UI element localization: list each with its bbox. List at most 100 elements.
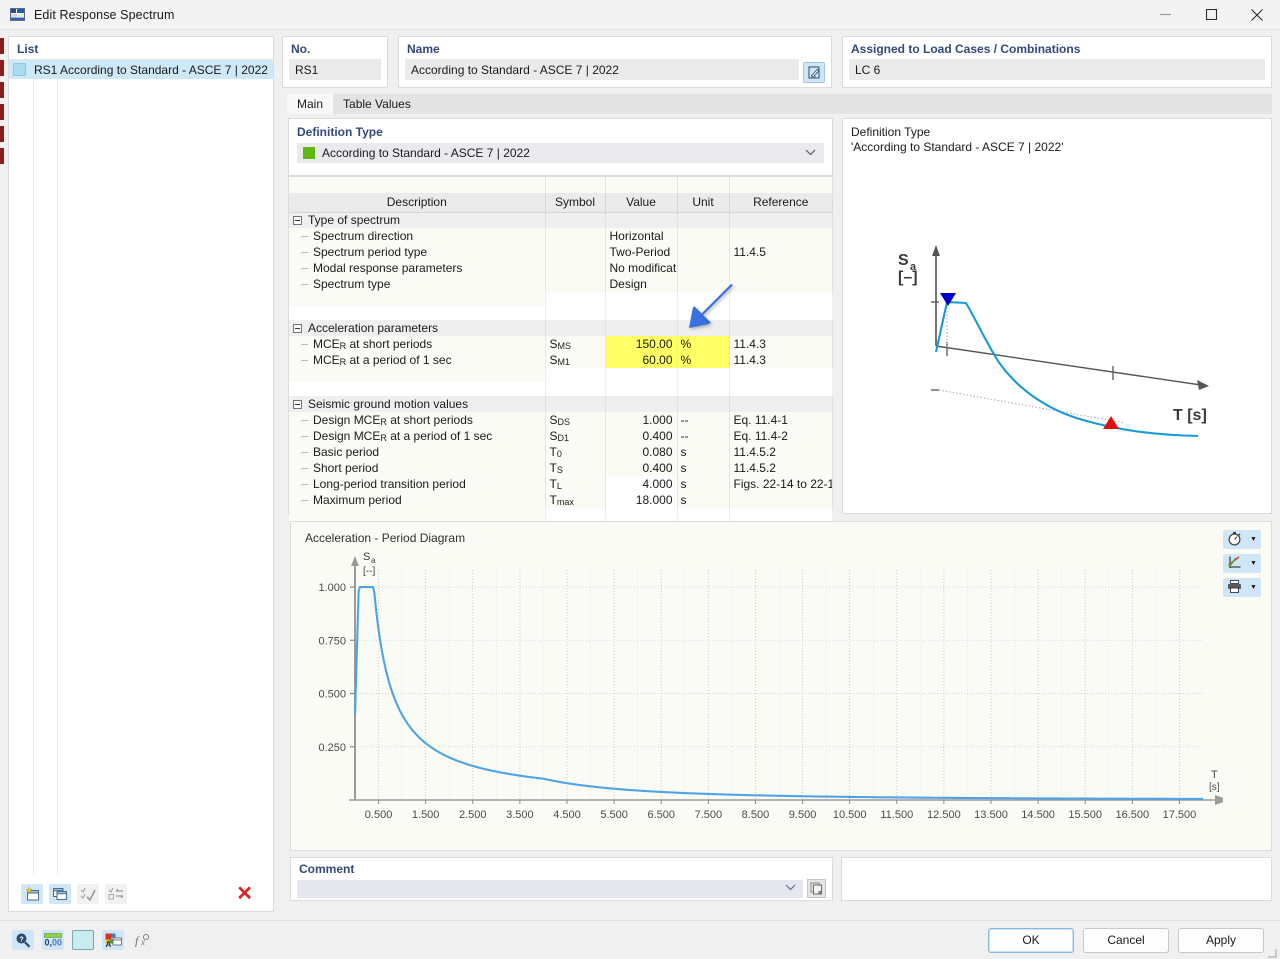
- row-value[interactable]: 0.400: [605, 460, 677, 476]
- row-symbol: [545, 228, 605, 244]
- table-row[interactable]: Design MCER at short periods SDS 1.000 -…: [289, 412, 832, 428]
- title-bar: Edit Response Spectrum: [0, 0, 1280, 30]
- svg-text:11.500: 11.500: [880, 809, 913, 821]
- row-description: Design MCER at a period of 1 sec: [289, 428, 545, 444]
- table-group-row[interactable]: Type of spectrum: [289, 212, 832, 228]
- comment-right-panel: [841, 857, 1272, 901]
- new-item-button[interactable]: [21, 884, 43, 904]
- row-symbol: TL: [545, 476, 605, 492]
- row-description: Maximum period: [289, 492, 545, 508]
- row-reference: 11.4.5.2: [729, 444, 832, 460]
- svg-text:6.500: 6.500: [647, 809, 675, 821]
- diagram-print-button[interactable]: ▼: [1223, 578, 1261, 597]
- svg-text:3.500: 3.500: [506, 809, 534, 821]
- copy-comment-icon[interactable]: [807, 879, 826, 898]
- magnifier-icon[interactable]: ?: [12, 930, 34, 950]
- comment-input[interactable]: [297, 880, 803, 898]
- table-row[interactable]: Short period TS 0.400 s 11.4.5.2: [289, 460, 832, 476]
- row-value[interactable]: 4.000: [605, 476, 677, 492]
- list-pane: List RS1 According to Standard - ASCE 7 …: [8, 36, 274, 912]
- row-value[interactable]: Design: [605, 276, 677, 292]
- table-row[interactable]: MCER at a period of 1 sec SM1 60.00 % 11…: [289, 352, 832, 368]
- column-header-value[interactable]: Value: [605, 193, 677, 212]
- table-row[interactable]: MCER at short periods SMS 150.00 % 11.4.…: [289, 336, 832, 352]
- maximize-button[interactable]: [1188, 0, 1234, 30]
- apply-button[interactable]: Apply: [1178, 928, 1264, 953]
- table-group-row[interactable]: Seismic ground motion values: [289, 396, 832, 412]
- chevron-down-icon[interactable]: ▼: [1250, 584, 1257, 591]
- table-row[interactable]: Spectrum direction Horizontal: [289, 228, 832, 244]
- ok-button[interactable]: OK: [988, 928, 1074, 953]
- delete-item-button[interactable]: ✕: [236, 884, 253, 904]
- color-swatch-icon[interactable]: [72, 930, 94, 950]
- svg-text:[s]: [s]: [1209, 782, 1220, 793]
- table-row[interactable]: Basic period T0 0.080 s 11.4.5.2: [289, 444, 832, 460]
- close-button[interactable]: [1234, 0, 1280, 30]
- column-header-reference[interactable]: Reference: [729, 193, 832, 212]
- name-label: Name: [399, 37, 831, 59]
- row-symbol: SDS: [545, 412, 605, 428]
- edit-pencil-icon[interactable]: [803, 62, 825, 83]
- row-value[interactable]: 1.000: [605, 412, 677, 428]
- list-label: List: [9, 37, 273, 60]
- row-value[interactable]: Two-Period: [605, 244, 677, 260]
- copy-item-button[interactable]: [49, 884, 71, 904]
- table-row[interactable]: Modal response parameters No modificatio…: [289, 260, 832, 276]
- svg-text:16.500: 16.500: [1116, 809, 1150, 821]
- response-spectrum-icon: [10, 7, 26, 23]
- column-header-unit[interactable]: Unit: [677, 193, 729, 212]
- chevron-down-icon[interactable]: [785, 883, 796, 894]
- cancel-button[interactable]: Cancel: [1083, 928, 1169, 953]
- group-title: Type of spectrum: [308, 213, 400, 227]
- resize-grip[interactable]: [1267, 947, 1277, 957]
- column-header-description[interactable]: Description: [289, 193, 545, 212]
- diagram-graph-button[interactable]: ▼: [1223, 554, 1261, 573]
- tab-table-values[interactable]: Table Values: [333, 94, 421, 114]
- row-value[interactable]: 18.000: [605, 492, 677, 508]
- chevron-down-icon[interactable]: ▼: [1250, 560, 1257, 567]
- row-symbol: TS: [545, 460, 605, 476]
- svg-text:S: S: [898, 252, 909, 269]
- table-row[interactable]: Spectrum type Design: [289, 276, 832, 292]
- row-value[interactable]: 0.080: [605, 444, 677, 460]
- definition-preview-panel: Definition Type 'According to Standard -…: [842, 118, 1272, 514]
- table-spacer-row: [289, 382, 832, 396]
- row-value[interactable]: Horizontal: [605, 228, 677, 244]
- row-unit: s: [677, 492, 729, 508]
- style-icon[interactable]: A: [102, 930, 124, 950]
- table-header-spacer: [289, 177, 832, 193]
- chart-axes-icon: [1227, 555, 1242, 573]
- number-format-icon[interactable]: 0, 00: [42, 930, 64, 950]
- preview-subtitle: 'According to Standard - ASCE 7 | 2022': [843, 139, 1271, 154]
- minimize-button[interactable]: [1142, 0, 1188, 30]
- chevron-down-icon[interactable]: ▼: [1250, 536, 1257, 543]
- definition-type-select[interactable]: According to Standard - ASCE 7 | 2022: [297, 143, 824, 163]
- row-value[interactable]: 60.00: [605, 352, 677, 368]
- row-reference: [729, 492, 832, 508]
- row-value[interactable]: No modification: [605, 260, 677, 276]
- number-input[interactable]: RS1: [289, 59, 381, 80]
- row-reference: 11.4.5: [729, 244, 832, 260]
- row-value[interactable]: 0.400: [605, 428, 677, 444]
- list-toolbar: ✕: [9, 877, 273, 911]
- table-row[interactable]: Spectrum period type Two-Period 11.4.5: [289, 244, 832, 260]
- collapse-expander-icon[interactable]: [293, 324, 302, 333]
- list-item[interactable]: RS1 According to Standard - ASCE 7 | 202…: [9, 60, 273, 79]
- table-row[interactable]: Maximum period Tmax 18.000 s: [289, 492, 832, 508]
- table-spacer-row: [289, 368, 832, 382]
- diagram-options-button[interactable]: ▼: [1223, 530, 1261, 549]
- svg-text:10.500: 10.500: [833, 809, 867, 821]
- collapse-expander-icon[interactable]: [293, 400, 302, 409]
- table-row[interactable]: Long-period transition period TL 4.000 s…: [289, 476, 832, 492]
- column-header-symbol[interactable]: Symbol: [545, 193, 605, 212]
- row-reference: Figs. 22-14 to 22-17: [729, 476, 832, 492]
- table-group-row[interactable]: Acceleration parameters: [289, 320, 832, 336]
- svg-text:S: S: [363, 551, 370, 563]
- svg-text:2.500: 2.500: [459, 809, 487, 821]
- table-row[interactable]: Design MCER at a period of 1 sec SD1 0.4…: [289, 428, 832, 444]
- collapse-expander-icon[interactable]: [293, 216, 302, 225]
- tab-main[interactable]: Main: [287, 94, 333, 114]
- svg-text:13.500: 13.500: [974, 809, 1008, 821]
- row-value[interactable]: 150.00: [605, 336, 677, 352]
- name-input[interactable]: According to Standard - ASCE 7 | 2022: [405, 59, 799, 80]
